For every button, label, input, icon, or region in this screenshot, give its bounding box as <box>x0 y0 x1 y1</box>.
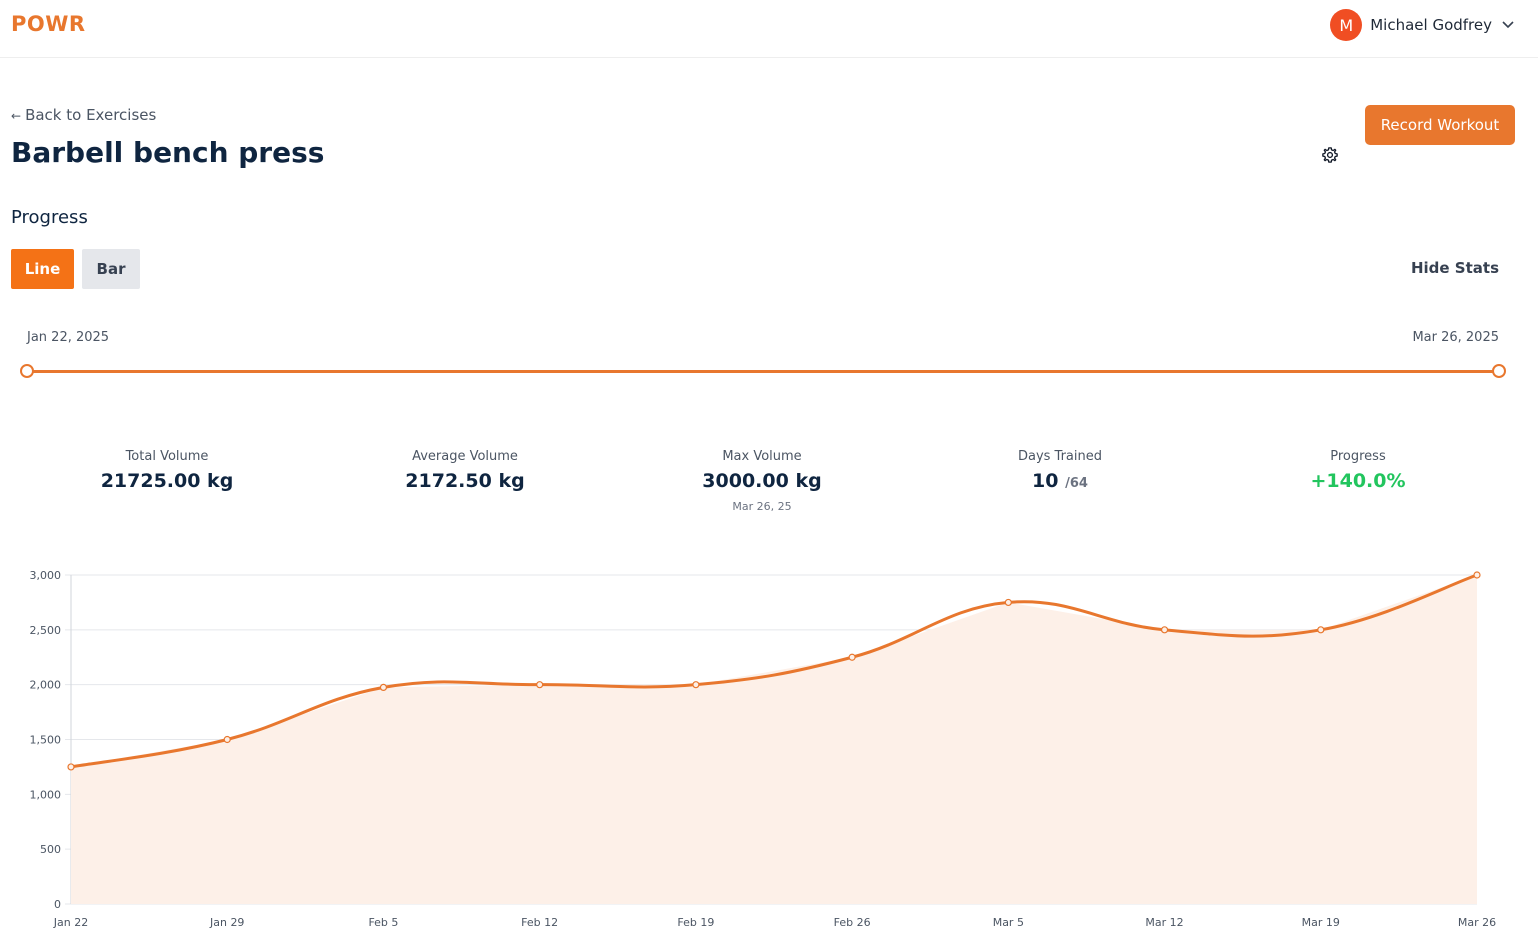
x-tick-label: Jan 22 <box>53 916 88 929</box>
stat-value: 3000.00 kg <box>702 470 822 492</box>
data-point <box>379 683 388 692</box>
stat-label: Progress <box>1330 449 1386 464</box>
record-workout-button[interactable]: Record Workout <box>1365 105 1515 145</box>
progress-section-title: Progress <box>11 207 88 228</box>
app-logo[interactable]: POWR <box>11 12 86 36</box>
back-to-exercises-link[interactable]: ← Back to Exercises <box>11 106 156 124</box>
page-title: Barbell bench press <box>11 136 325 169</box>
y-tick-label: 2,000 <box>30 679 62 692</box>
data-point <box>1473 571 1481 579</box>
x-tick-label: Feb 26 <box>834 916 871 929</box>
user-name: Michael Godfrey <box>1370 16 1492 34</box>
data-point <box>223 735 231 744</box>
line-chart-toggle[interactable]: Line <box>11 249 74 289</box>
stat-label: Total Volume <box>125 449 209 464</box>
back-arrow-icon: ← <box>11 109 22 123</box>
stat-value: 10 /64 <box>940 470 1180 492</box>
range-start-handle[interactable] <box>20 364 34 378</box>
bar-chart-toggle[interactable]: Bar <box>82 249 140 289</box>
x-tick-label: Feb 19 <box>677 916 714 929</box>
stat-label: Days Trained <box>1017 449 1103 464</box>
x-tick-label: Feb 5 <box>368 916 398 929</box>
x-tick-label: Mar 26 <box>1458 916 1496 929</box>
back-link-label: Back to Exercises <box>25 106 157 124</box>
stat-value: +140.0% <box>1310 470 1406 492</box>
data-point <box>848 653 856 661</box>
area-fill <box>71 575 1477 904</box>
date-range-track[interactable] <box>27 370 1499 373</box>
stat-progress: Progress +140.0% <box>1238 449 1478 492</box>
data-point <box>1004 598 1012 607</box>
stat-total-volume: Total Volume 21725.00 kg <box>47 449 287 492</box>
stat-date: Mar 26, 25 <box>732 500 792 513</box>
x-tick-label: Mar 5 <box>993 916 1024 929</box>
x-tick-label: Mar 12 <box>1145 916 1183 929</box>
top-navigation-bar: POWR M Michael Godfrey <box>0 0 1538 58</box>
data-point <box>1160 626 1169 634</box>
data-point <box>1317 626 1325 634</box>
data-point <box>536 681 544 689</box>
x-tick-label: Feb 12 <box>521 916 558 929</box>
user-menu[interactable]: M Michael Godfrey <box>1330 9 1516 41</box>
y-tick-label: 1,500 <box>30 734 62 747</box>
y-tick-label: 2,500 <box>30 624 62 637</box>
y-tick-label: 0 <box>54 898 61 911</box>
x-tick-label: Jan 29 <box>209 916 244 929</box>
days-trained-total: /64 <box>1065 476 1088 491</box>
volume-line-chart: 0 500 1,000 1,500 2,000 2,500 3,000 Jan 22 Jan 2… <box>30 569 1497 929</box>
stat-value: 2172.50 kg <box>405 470 525 492</box>
stat-label: Average Volume <box>412 449 518 464</box>
range-end-date: Mar 26, 2025 <box>1412 330 1499 345</box>
y-tick-label: 1,000 <box>30 788 62 801</box>
data-point <box>67 763 75 771</box>
y-tick-label: 500 <box>40 843 61 856</box>
y-tick-label: 3,000 <box>30 569 62 582</box>
gear-icon[interactable] <box>1320 145 1340 165</box>
stat-label: Max Volume <box>722 449 802 464</box>
range-end-handle[interactable] <box>1492 364 1506 378</box>
stat-max-volume: Max Volume 3000.00 kg Mar 26, 25 <box>642 449 882 513</box>
stat-average-volume: Average Volume 2172.50 kg <box>345 449 585 492</box>
stat-value: 21725.00 kg <box>100 470 234 492</box>
data-point <box>692 681 700 689</box>
avatar: M <box>1330 9 1363 41</box>
stat-days-trained: Days Trained 10 /64 <box>940 449 1180 492</box>
days-trained-count: 10 <box>1032 470 1059 492</box>
x-tick-label: Mar 19 <box>1302 916 1340 929</box>
range-start-date: Jan 22, 2025 <box>27 330 110 345</box>
chevron-down-icon <box>1500 17 1516 33</box>
hide-stats-button[interactable]: Hide Stats <box>1411 259 1499 277</box>
